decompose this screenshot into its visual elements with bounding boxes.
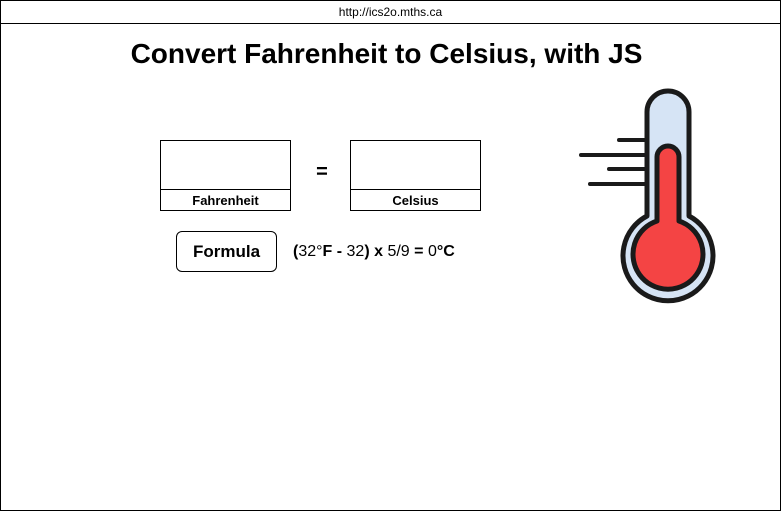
url-text: http://ics2o.mths.ca (338, 5, 443, 19)
formula-times: x (369, 243, 388, 260)
formula-c-value: 0 (427, 243, 437, 260)
celsius-input[interactable] (351, 141, 480, 190)
celsius-label: Celsius (392, 193, 439, 208)
formula-c-unit: °C (436, 243, 455, 260)
formula-f-unit: F (322, 243, 333, 260)
formula-text: (32°F - 32) x 5/9 = 0°C (293, 242, 455, 262)
formula-ratio: 5/9 (387, 243, 410, 260)
url-bar[interactable]: http://ics2o.mths.ca (1, 1, 780, 24)
fahrenheit-input[interactable] (161, 141, 290, 190)
page-frame: http://ics2o.mths.ca Convert Fahrenheit … (0, 0, 781, 511)
fahrenheit-label: Fahrenheit (192, 193, 259, 208)
thermometer-icon (579, 88, 716, 304)
equals-sign: = (316, 161, 328, 183)
formula-button[interactable]: Formula (176, 231, 277, 272)
formula-minus: - (332, 243, 347, 260)
formula-subtract: 32 (346, 243, 365, 260)
fahrenheit-field: Fahrenheit (160, 140, 291, 211)
formula-f-value: 32° (298, 243, 323, 260)
speed-lines (579, 138, 647, 186)
celsius-field: Celsius (350, 140, 481, 211)
formula-equals: = (409, 243, 428, 260)
page-title: Convert Fahrenheit to Celsius, with JS (130, 38, 643, 69)
